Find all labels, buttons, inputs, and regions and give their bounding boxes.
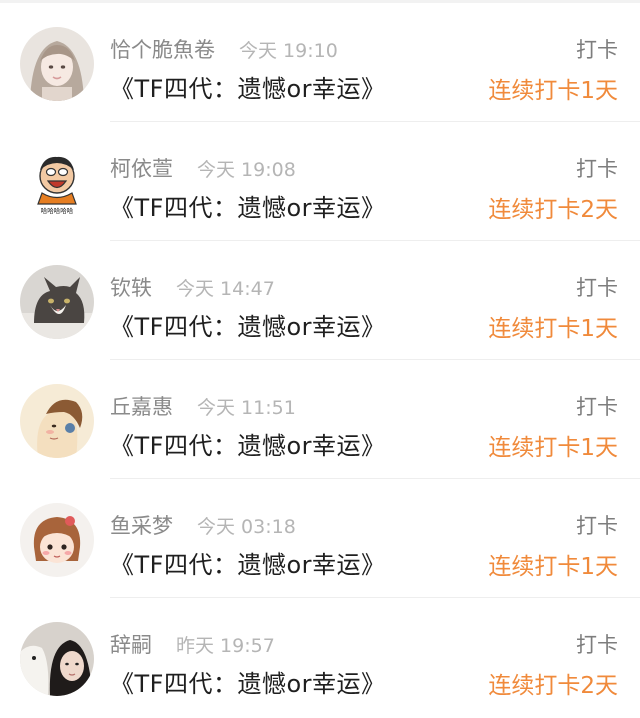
- user-name[interactable]: 恰个脆魚卷: [110, 34, 215, 64]
- streak-label: 连续打卡2天: [488, 197, 618, 223]
- streak-label: 连续打卡1天: [488, 554, 618, 580]
- checkin-row[interactable]: 辞嗣 昨天 19:57 《TF四代：遗憾or幸运》 打卡 连续打卡2天: [0, 598, 640, 717]
- streak-label: 连续打卡1天: [488, 435, 618, 461]
- cartoon-girl-profile-avatar-icon[interactable]: [20, 384, 94, 458]
- user-meta: 柯依萱 今天 19:08: [110, 153, 296, 183]
- checkin-action-label: 打卡: [576, 514, 618, 538]
- checkin-row[interactable]: 钦轶 今天 14:47 《TF四代：遗憾or幸运》 打卡 连续打卡1天: [0, 241, 640, 360]
- checkin-action-label: 打卡: [576, 38, 618, 62]
- checkin-action-label: 打卡: [576, 276, 618, 300]
- checkin-time: 今天 14:47: [176, 277, 275, 300]
- cartoon-laughing-man-avatar-icon[interactable]: 哈哈哈哈哈: [20, 146, 94, 220]
- cat-photo-avatar-icon[interactable]: [20, 265, 94, 339]
- checkin-time: 今天 11:51: [197, 396, 296, 419]
- checkin-time: 今天 19:08: [197, 158, 296, 181]
- user-meta: 恰个脆魚卷 今天 19:10: [110, 34, 338, 64]
- user-name[interactable]: 辞嗣: [110, 629, 152, 659]
- checkin-action-label: 打卡: [576, 633, 618, 657]
- checkin-row[interactable]: 丘嘉惠 今天 11:51 《TF四代：遗憾or幸运》 打卡 连续打卡1天: [0, 360, 640, 479]
- checkin-action-label: 打卡: [576, 157, 618, 181]
- book-title[interactable]: 《TF四代：遗憾or幸运》: [110, 545, 386, 580]
- checkin-time: 昨天 19:57: [176, 634, 275, 657]
- checkin-row[interactable]: 鱼采梦 今天 03:18 《TF四代：遗憾or幸运》 打卡 连续打卡1天: [0, 479, 640, 598]
- girl-selfie-avatar-icon[interactable]: [20, 27, 94, 101]
- user-meta: 丘嘉惠 今天 11:51: [110, 391, 296, 421]
- streak-label: 连续打卡1天: [488, 78, 618, 104]
- user-meta: 辞嗣 昨天 19:57: [110, 629, 275, 659]
- checkin-time: 今天 03:18: [197, 515, 296, 538]
- streak-label: 连续打卡1天: [488, 316, 618, 342]
- checkin-time: 今天 19:10: [239, 39, 338, 62]
- user-name[interactable]: 丘嘉惠: [110, 391, 173, 421]
- user-meta: 鱼采梦 今天 03:18: [110, 510, 296, 540]
- book-title[interactable]: 《TF四代：遗憾or幸运》: [110, 69, 386, 104]
- svg-text:哈哈哈哈哈: 哈哈哈哈哈: [41, 206, 74, 215]
- book-title[interactable]: 《TF四代：遗憾or幸运》: [110, 664, 386, 699]
- streak-label: 连续打卡2天: [488, 673, 618, 699]
- book-title[interactable]: 《TF四代：遗憾or幸运》: [110, 307, 386, 342]
- user-meta: 钦轶 今天 14:47: [110, 272, 275, 302]
- checkin-row[interactable]: 恰个脆魚卷 今天 19:10 《TF四代：遗憾or幸运》 打卡 连续打卡1天: [0, 3, 640, 122]
- checkin-list: 恰个脆魚卷 今天 19:10 《TF四代：遗憾or幸运》 打卡 连续打卡1天 哈…: [0, 3, 640, 717]
- checkin-row[interactable]: 哈哈哈哈哈 柯依萱 今天 19:08 《TF四代：遗憾or幸运》 打卡 连续打卡…: [0, 122, 640, 241]
- user-name[interactable]: 钦轶: [110, 272, 152, 302]
- user-name[interactable]: 柯依萱: [110, 153, 173, 183]
- user-name[interactable]: 鱼采梦: [110, 510, 173, 540]
- checkin-action-label: 打卡: [576, 395, 618, 419]
- book-title[interactable]: 《TF四代：遗憾or幸运》: [110, 426, 386, 461]
- girl-with-dog-avatar-icon[interactable]: [20, 622, 94, 696]
- cartoon-doll-avatar-icon[interactable]: [20, 503, 94, 577]
- book-title[interactable]: 《TF四代：遗憾or幸运》: [110, 188, 386, 223]
